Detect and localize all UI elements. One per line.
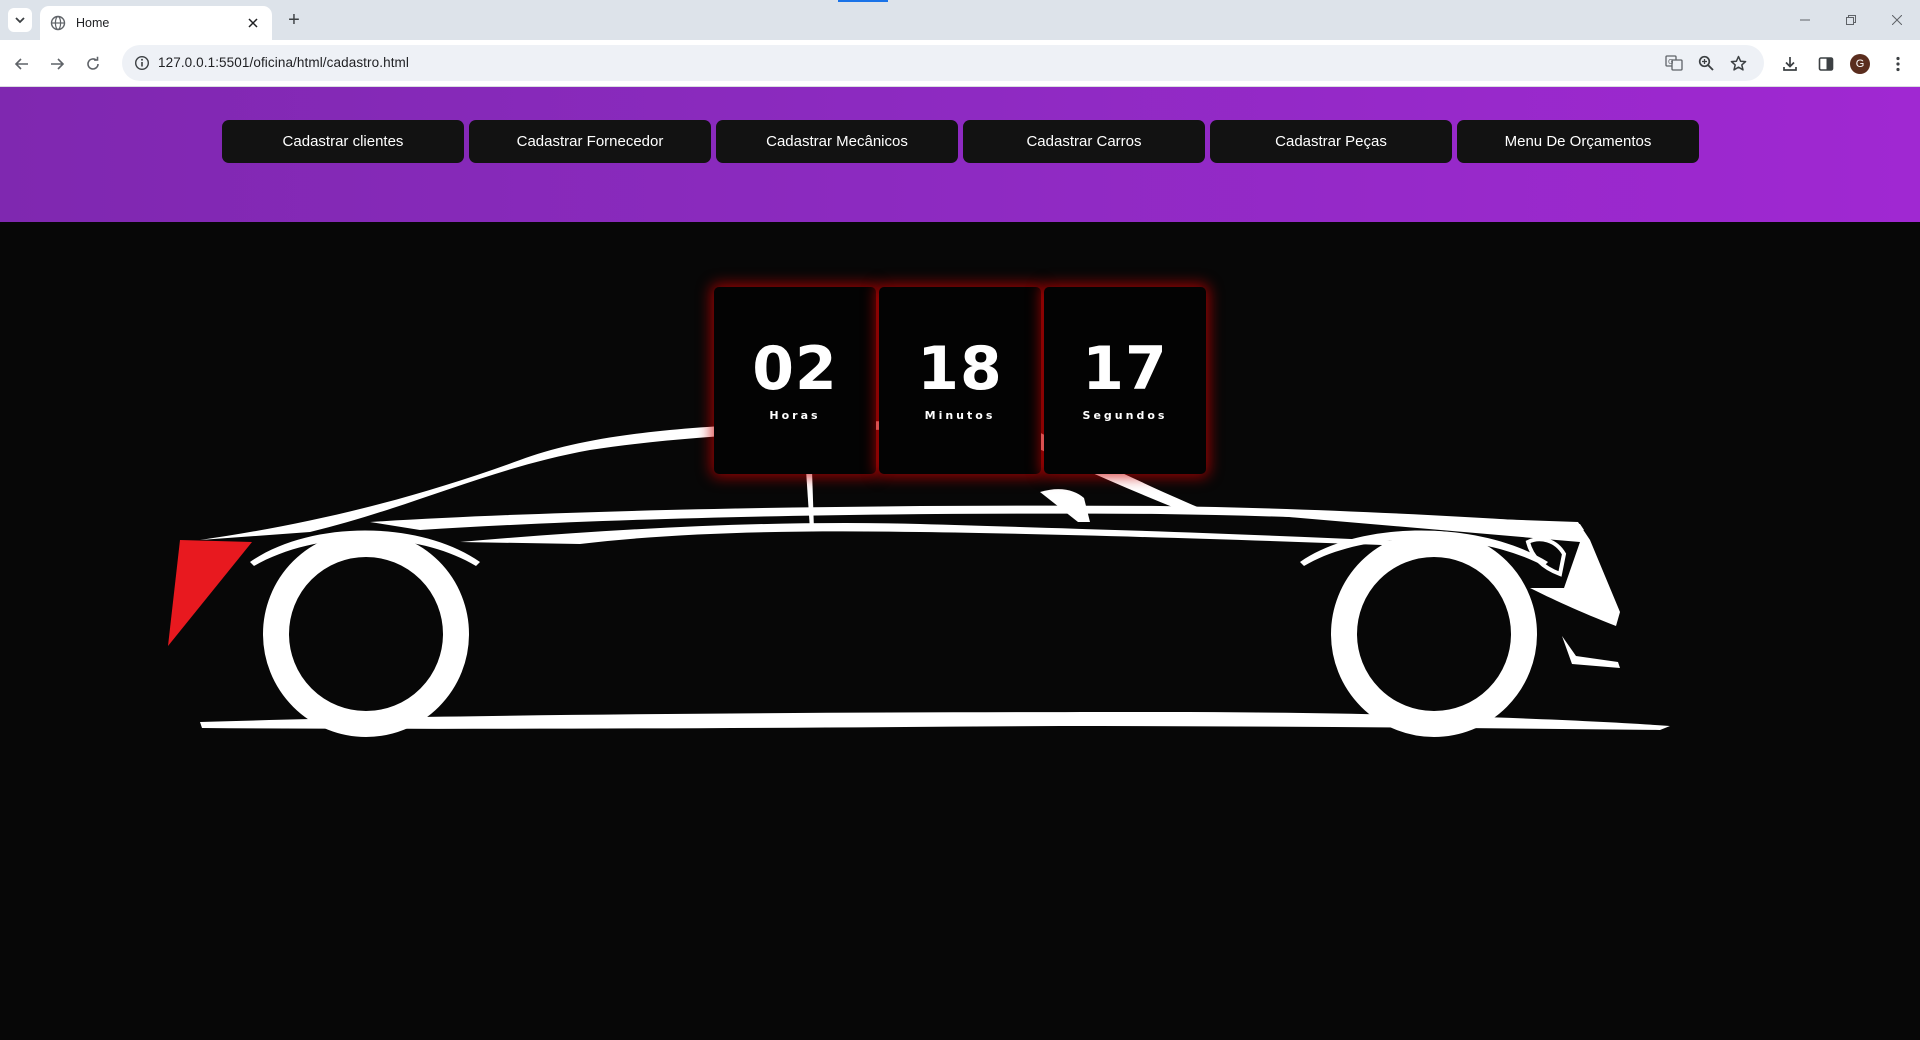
close-icon[interactable]: [244, 15, 262, 31]
back-icon[interactable]: [6, 48, 38, 80]
restore-icon[interactable]: [1828, 0, 1874, 40]
url-text: 127.0.0.1:5501/oficina/html/cadastro.htm…: [158, 55, 409, 70]
zoom-icon[interactable]: [1694, 51, 1718, 75]
reload-icon[interactable]: [77, 48, 109, 80]
countdown-timer: 02 Horas 18 Minutos 17 Segundos: [714, 287, 1209, 474]
site-header: Cadastrar clientes Cadastrar Fornecedor …: [0, 87, 1920, 222]
main-nav: Cadastrar clientes Cadastrar Fornecedor …: [222, 120, 1704, 163]
tab-search-icon[interactable]: [8, 8, 32, 32]
hours-value: 02: [752, 334, 838, 404]
forward-icon[interactable]: [41, 48, 73, 80]
car-silhouette-image: [168, 421, 1670, 737]
nav-cadastrar-pecas[interactable]: Cadastrar Peças: [1210, 120, 1452, 163]
address-bar[interactable]: 127.0.0.1:5501/oficina/html/cadastro.htm…: [122, 45, 1764, 81]
window-close-icon[interactable]: [1874, 0, 1920, 40]
window-controls: [1782, 0, 1920, 40]
seconds-value: 17: [1082, 334, 1168, 404]
browser-tab[interactable]: Home: [40, 6, 272, 40]
seconds-label: Segundos: [1082, 409, 1168, 422]
site-info-icon[interactable]: [130, 51, 154, 75]
countdown-seconds: 17 Segundos: [1044, 287, 1206, 474]
nav-cadastrar-carros[interactable]: Cadastrar Carros: [963, 120, 1205, 163]
page-content: Cadastrar clientes Cadastrar Fornecedor …: [0, 87, 1920, 1040]
tab-indicator: [838, 0, 888, 2]
svg-text:G: G: [1668, 58, 1673, 66]
star-icon[interactable]: [1726, 51, 1750, 75]
minutes-label: Minutos: [924, 409, 996, 422]
translate-icon[interactable]: G: [1662, 51, 1686, 75]
download-icon[interactable]: [1776, 50, 1804, 78]
nav-cadastrar-mecanicos[interactable]: Cadastrar Mecânicos: [716, 120, 958, 163]
avatar[interactable]: G: [1850, 54, 1870, 74]
hero-section: 02 Horas 18 Minutos 17 Segundos: [0, 222, 1920, 1040]
taillight-shape: [168, 540, 252, 646]
countdown-minutes: 18 Minutos: [879, 287, 1041, 474]
countdown-hours: 02 Horas: [714, 287, 876, 474]
hours-label: Horas: [769, 409, 821, 422]
minimize-icon[interactable]: [1782, 0, 1828, 40]
nav-menu-orcamentos[interactable]: Menu De Orçamentos: [1457, 120, 1699, 163]
browser-toolbar: 127.0.0.1:5501/oficina/html/cadastro.htm…: [0, 40, 1920, 87]
tab-title: Home: [76, 16, 110, 30]
new-tab-button[interactable]: +: [281, 7, 307, 33]
globe-icon: [50, 15, 66, 31]
nav-cadastrar-fornecedor[interactable]: Cadastrar Fornecedor: [469, 120, 711, 163]
menu-icon[interactable]: [1884, 50, 1912, 78]
minutes-value: 18: [917, 334, 1003, 404]
tab-strip: Home +: [0, 0, 1920, 40]
side-panel-icon[interactable]: [1812, 50, 1840, 78]
nav-cadastrar-clientes[interactable]: Cadastrar clientes: [222, 120, 464, 163]
